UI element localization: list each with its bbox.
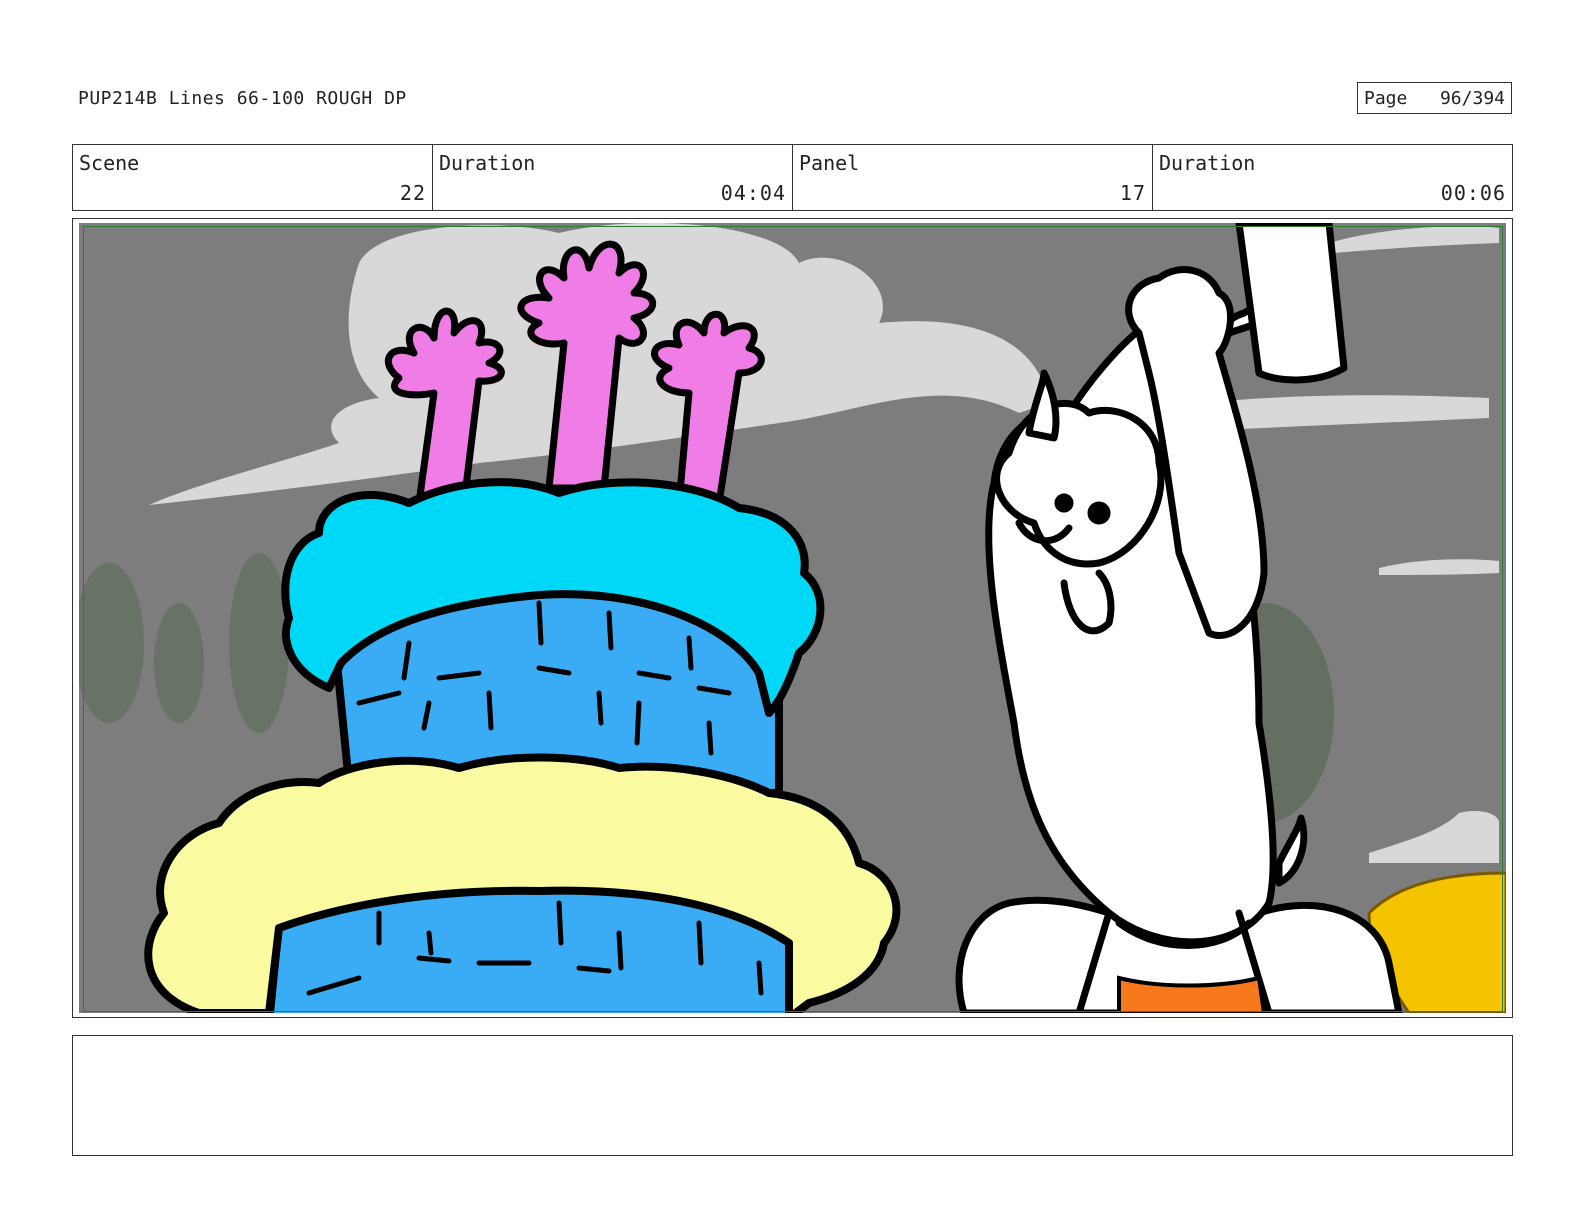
bush-left-3: [229, 553, 289, 733]
panel-value: 17: [1119, 181, 1146, 205]
storyboard-panel-artwork: [79, 223, 1506, 1013]
scene-cell: Scene 22: [73, 145, 433, 210]
page-label: Page: [1364, 87, 1408, 109]
character-nose: [1087, 501, 1111, 525]
character-eye: [1054, 493, 1074, 513]
panel-label: Panel: [799, 151, 860, 175]
panel-duration-label: Duration: [1159, 151, 1256, 175]
scene-duration-label: Duration: [439, 151, 536, 175]
scene-label: Scene: [79, 151, 140, 175]
page-indicator: Page 96/394: [1357, 82, 1512, 114]
panel-info-table: Scene 22 Duration 04:04 Panel 17 Duratio…: [72, 144, 1513, 211]
panel-cell: Panel 17: [793, 145, 1153, 210]
storyboard-panel-frame: [72, 218, 1513, 1018]
document-title: PUP214B Lines 66-100 ROUGH DP: [78, 88, 407, 109]
scene-value: 22: [399, 181, 426, 205]
bush-left-2: [154, 603, 204, 723]
page-number: 96/394: [1439, 87, 1505, 109]
panel-duration-value: 00:06: [1440, 181, 1506, 205]
panel-duration-cell: Duration 00:06: [1153, 145, 1512, 210]
scene-duration-cell: Duration 04:04: [433, 145, 793, 210]
scene-duration-value: 04:04: [720, 181, 786, 205]
panel-notes-box: [72, 1035, 1513, 1156]
